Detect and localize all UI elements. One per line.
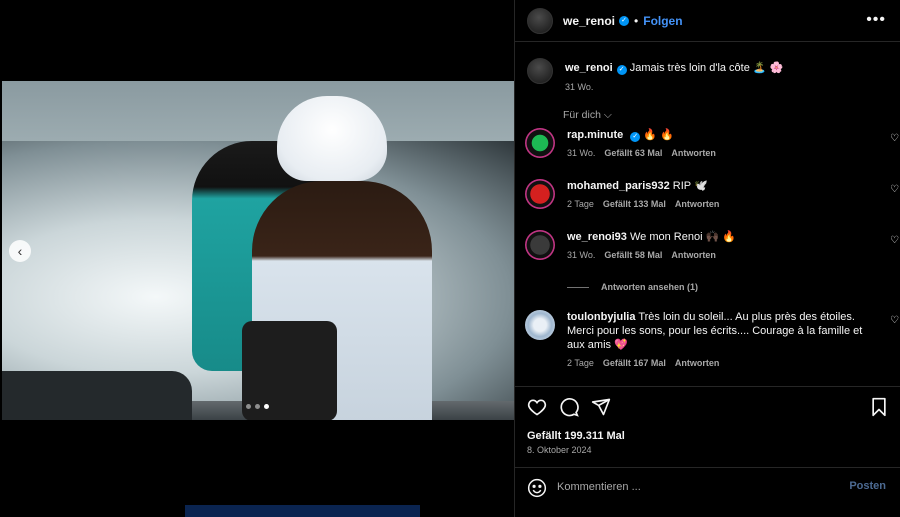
share-icon[interactable] [591, 397, 611, 417]
post-side-panel: we_renoi ✓ • Folgen ••• we_renoi ✓ Jamais… [514, 0, 900, 517]
comment-item: toulonbyjulia Très loin du soleil... Au … [525, 310, 899, 368]
background-strip [185, 505, 420, 517]
post-date[interactable]: 8. Oktober 2024 [527, 445, 592, 455]
reply-button[interactable]: Antworten [675, 199, 720, 209]
comment-likes[interactable]: Gefällt 58 Mal [604, 250, 662, 260]
post-caption: we_renoi ✓ Jamais très loin d'la côte 🏝️ … [527, 58, 783, 92]
verified-badge-icon: ✓ [630, 132, 641, 142]
avatar[interactable] [525, 128, 555, 158]
post-username[interactable]: we_renoi [563, 14, 615, 28]
media-pane: ‹ [0, 0, 514, 517]
comment-age[interactable]: 2 Tage [567, 358, 594, 368]
comment-username[interactable]: mohamed_paris932 [567, 180, 670, 192]
carousel-prev-button[interactable]: ‹ [9, 240, 31, 262]
comment-item: we_renoi93 We mon Renoi 🙌🏿 🔥 31 Wo. Gefä… [525, 230, 899, 260]
comment-like-heart-icon[interactable]: ♡ [890, 184, 899, 195]
comment-username[interactable]: rap.minute [567, 129, 623, 141]
comment-likes[interactable]: Gefällt 167 Mal [603, 358, 666, 368]
post-comment-button[interactable]: Posten [849, 480, 886, 492]
comment-like-heart-icon[interactable]: ♡ [890, 315, 899, 326]
chevron-left-icon: ‹ [17, 243, 23, 259]
comment-sort-dropdown[interactable]: Für dich ⌵ [563, 109, 612, 122]
carousel-dots [246, 404, 269, 409]
comment-likes[interactable]: Gefällt 133 Mal [603, 199, 666, 209]
caption-text: Jamais très loin d'la côte 🏝️ 🌸 [629, 62, 784, 74]
follow-button[interactable]: Folgen [643, 14, 682, 28]
verified-badge-icon: ✓ [619, 15, 630, 26]
comment-item: rap.minute ✓ 🔥 🔥 31 Wo. Gefällt 63 Mal A… [525, 128, 899, 158]
avatar[interactable] [525, 230, 555, 260]
photo-bucket-hat [277, 96, 387, 181]
verified-badge-icon: ✓ [616, 65, 627, 75]
comment-composer: Posten [515, 467, 900, 517]
comment-item: mohamed_paris932 RIP 🕊️ 2 Tage Gefällt 1… [525, 179, 899, 209]
likes-count[interactable]: Gefällt 199.311 Mal [527, 430, 625, 442]
comment-age[interactable]: 31 Wo. [567, 148, 595, 158]
header-separator: • [634, 13, 639, 28]
comment-age[interactable]: 2 Tage [567, 199, 594, 209]
post-header: we_renoi ✓ • Folgen ••• [515, 0, 900, 42]
more-options-icon[interactable]: ••• [866, 11, 886, 29]
comments-scroll[interactable]: we_renoi ✓ Jamais très loin d'la côte 🏝️ … [515, 43, 900, 385]
avatar[interactable] [525, 179, 555, 209]
post-actions: Gefällt 199.311 Mal 8. Oktober 2024 [515, 386, 900, 467]
divider [567, 286, 589, 288]
comment-likes[interactable]: Gefällt 63 Mal [604, 148, 662, 158]
carousel-dot-active[interactable] [264, 404, 269, 409]
comment-input[interactable] [557, 478, 827, 496]
post-photo[interactable] [2, 81, 514, 420]
avatar[interactable] [527, 7, 553, 34]
photo-boat-edge [2, 371, 192, 420]
avatar[interactable] [525, 310, 555, 340]
caption-username[interactable]: we_renoi [565, 62, 613, 74]
comment-username[interactable]: toulonbyjulia [567, 311, 635, 323]
comment-like-heart-icon[interactable]: ♡ [890, 133, 899, 144]
bookmark-icon[interactable] [870, 397, 888, 417]
comment-icon[interactable] [559, 397, 579, 417]
view-replies-button[interactable]: Antworten ansehen (1) [567, 282, 698, 292]
carousel-dot[interactable] [255, 404, 260, 409]
caption-age[interactable]: 31 Wo. [565, 82, 783, 92]
comment-age[interactable]: 31 Wo. [567, 250, 595, 260]
reply-button[interactable]: Antworten [675, 358, 720, 368]
view-replies-label: Antworten ansehen (1) [601, 282, 699, 292]
comment-text: We mon Renoi 🙌🏿 🔥 [629, 231, 737, 243]
comment-text: 🔥 🔥 [643, 129, 674, 141]
comment-like-heart-icon[interactable]: ♡ [890, 235, 899, 246]
reply-button[interactable]: Antworten [671, 250, 716, 260]
avatar[interactable] [527, 58, 553, 84]
comment-text: RIP 🕊️ [672, 180, 708, 192]
comment-username[interactable]: we_renoi93 [567, 231, 627, 243]
heart-icon[interactable] [527, 397, 547, 417]
carousel-dot[interactable] [246, 404, 251, 409]
reply-button[interactable]: Antworten [671, 148, 716, 158]
emoji-icon[interactable] [527, 478, 547, 498]
